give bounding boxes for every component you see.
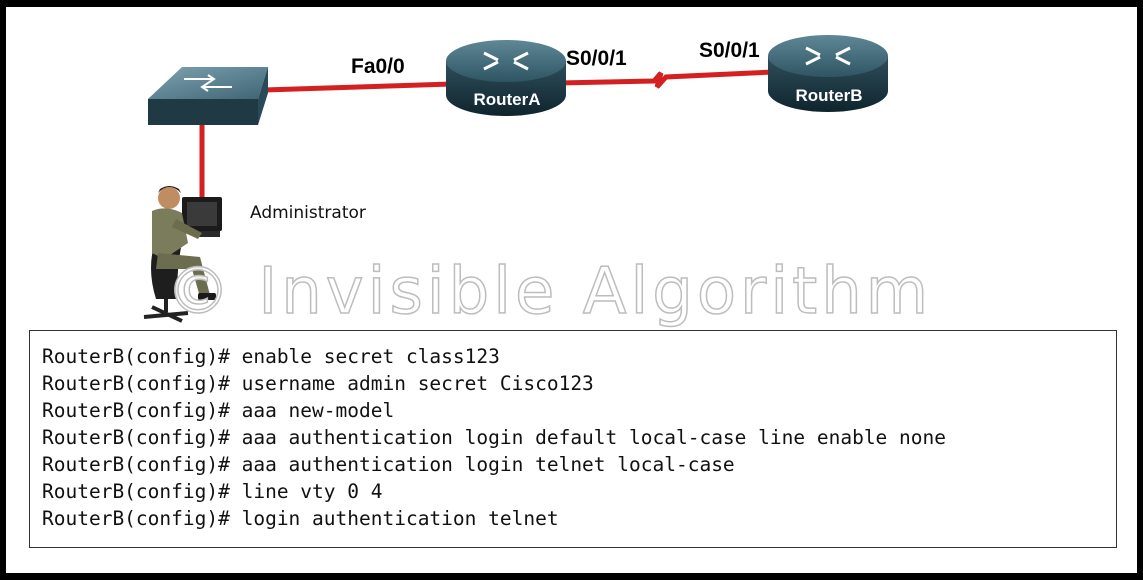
cli-config-box: RouterB(config)# enable secret class123 … [29, 330, 1117, 548]
cli-line: RouterB(config)# enable secret class123 [42, 345, 500, 368]
router-b-label: RouterB [795, 86, 863, 105]
interface-label-router-b-s0-0-1: S0/0/1 [699, 39, 760, 62]
cli-command: line vty 0 4 [241, 480, 383, 503]
cli-command: username admin secret Cisco123 [241, 372, 594, 395]
switch-icon [148, 67, 268, 125]
interface-label-fa0-0: Fa0/0 [351, 55, 405, 78]
link-switch-router-a [263, 81, 453, 93]
cli-command: aaa authentication login default local-c… [241, 426, 946, 449]
cli-line: RouterB(config)# username admin secret C… [42, 372, 594, 395]
cli-command: aaa new-model [241, 399, 395, 422]
cli-prompt: RouterB(config)# [42, 480, 230, 503]
cli-command: aaa authentication login telnet local-ca… [241, 453, 735, 476]
cli-line: RouterB(config)# line vty 0 4 [42, 480, 382, 503]
cli-prompt: RouterB(config)# [42, 399, 230, 422]
diagram-frame: © Invisible Algorithm Fa0/0 S0/0/1 S0/0/… [6, 7, 1137, 573]
link-serial-router-a-router-b [558, 69, 775, 89]
cli-line: RouterB(config)# login authentication te… [42, 507, 559, 530]
cli-line: RouterB(config)# aaa new-model [42, 399, 394, 422]
cli-prompt: RouterB(config)# [42, 345, 230, 368]
cli-prompt: RouterB(config)# [42, 453, 230, 476]
cli-command: login authentication telnet [241, 507, 559, 530]
router-a-label: RouterA [473, 90, 541, 109]
cli-prompt: RouterB(config)# [42, 372, 230, 395]
cli-prompt: RouterB(config)# [42, 426, 230, 449]
cli-line: RouterB(config)# aaa authentication logi… [42, 453, 735, 476]
cli-line: RouterB(config)# aaa authentication logi… [42, 426, 946, 449]
interface-label-router-a-s0-0-1: S0/0/1 [566, 47, 627, 70]
watermark: © Invisible Algorithm [165, 254, 933, 330]
cli-command: enable secret class123 [241, 345, 500, 368]
cli-prompt: RouterB(config)# [42, 507, 230, 530]
administrator-label: Administrator [250, 203, 366, 223]
